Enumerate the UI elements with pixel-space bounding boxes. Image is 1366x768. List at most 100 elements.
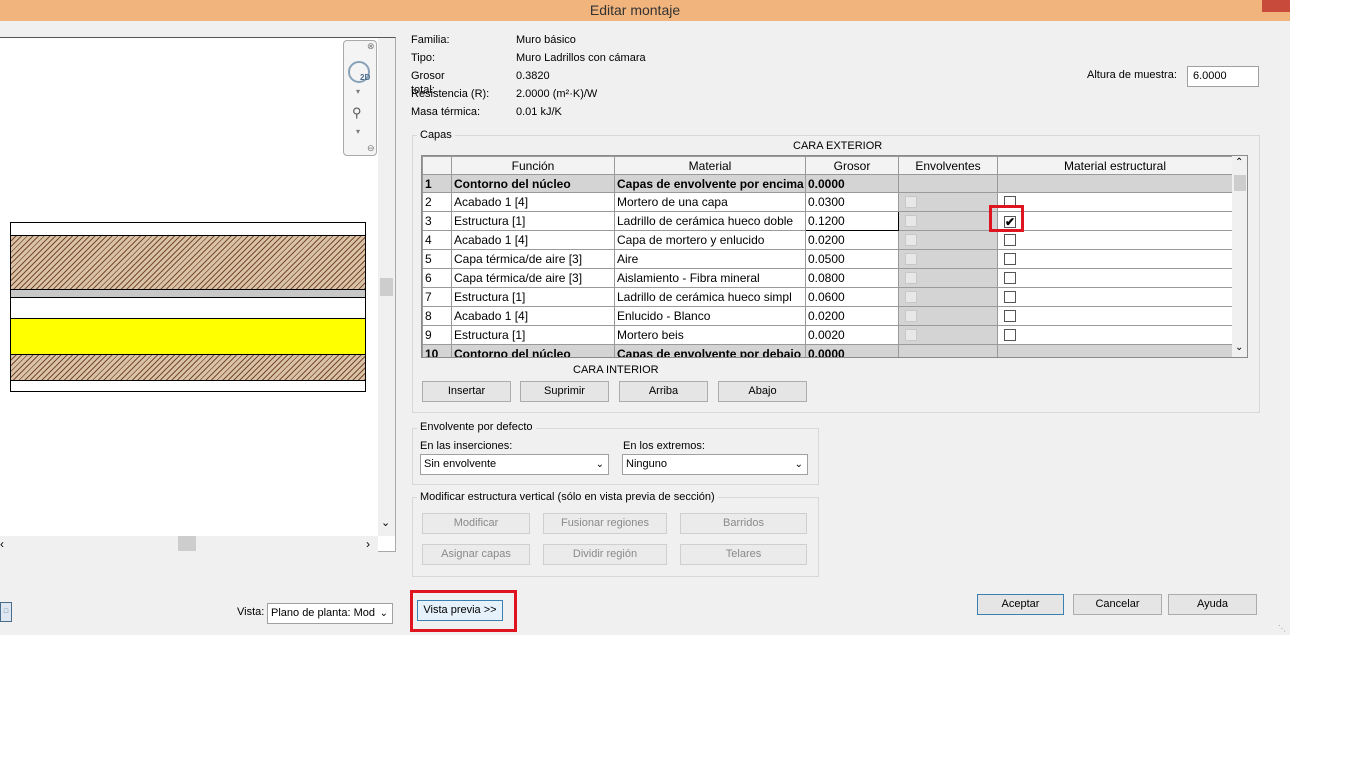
ends-select-value: Ninguno (626, 458, 667, 470)
row-thickness[interactable]: 0.0600 (805, 287, 899, 307)
row-material[interactable]: Capas de envolvente por encima (614, 174, 806, 193)
chevron-down-icon[interactable]: ▾ (356, 127, 360, 136)
merge-regions-button[interactable]: Fusionar regiones (543, 513, 667, 534)
table-header-row: Función Material Grosor Envolventes Mate… (422, 156, 1233, 175)
row-thickness[interactable]: 0.0200 (805, 230, 899, 250)
close-button[interactable] (1262, 0, 1290, 12)
sweeps-button[interactable]: Barridos (680, 513, 807, 534)
table-row[interactable]: 8 Acabado 1 [4] Enlucido - Blanco 0.0200 (422, 306, 1233, 326)
row-thickness[interactable]: 0.0200 (805, 306, 899, 326)
close-icon[interactable]: ⊗ (367, 41, 375, 52)
thermal-mass-value: 0.01 kJ/K (516, 106, 562, 118)
scroll-thumb[interactable] (178, 536, 196, 551)
row-material[interactable]: Capas de envolvente por debajo (614, 344, 806, 357)
row-thickness-editing[interactable]: 0.1200 (805, 211, 899, 231)
structural-checkbox[interactable] (1004, 329, 1016, 341)
resize-grip-icon[interactable]: ⋱ (1278, 624, 1286, 633)
structural-checkbox[interactable] (1004, 310, 1016, 322)
row-wraps-cell (898, 306, 998, 326)
row-thickness[interactable]: 0.0000 (805, 344, 899, 357)
column-header-structural[interactable]: Material estructural (997, 156, 1233, 175)
row-function[interactable]: Acabado 1 [4] (451, 192, 615, 212)
layer-brick-single (11, 355, 365, 381)
ok-button[interactable]: Aceptar (977, 594, 1064, 615)
ends-select[interactable]: Ninguno ⌄ (622, 454, 808, 475)
scroll-up-icon[interactable]: ⌃ (1235, 157, 1243, 168)
row-thickness[interactable]: 0.0300 (805, 192, 899, 212)
type-value: Muro Ladrillos con cámara (516, 52, 646, 64)
row-material[interactable]: Aislamiento - Fibra mineral (614, 268, 806, 288)
row-function[interactable]: Estructura [1] (451, 211, 615, 231)
structural-checkbox[interactable] (1004, 234, 1016, 246)
row-material[interactable]: Mortero de una capa (614, 192, 806, 212)
table-row[interactable]: 3 Estructura [1] Ladrillo de cerámica hu… (422, 211, 1233, 231)
scroll-down-icon[interactable]: ⌄ (1235, 342, 1243, 353)
scroll-right-icon[interactable]: › (366, 537, 370, 551)
row-function[interactable]: Contorno del núcleo (451, 344, 615, 357)
structural-checkbox[interactable] (1004, 272, 1016, 284)
row-function[interactable]: Capa térmica/de aire [3] (451, 268, 615, 288)
preview-vertical-scrollbar[interactable]: ⌄ (378, 38, 395, 536)
table-row[interactable]: 5 Capa térmica/de aire [3] Aire 0.0500 (422, 249, 1233, 269)
modify-button[interactable]: Modificar (422, 513, 530, 534)
move-up-button[interactable]: Arriba (619, 381, 708, 402)
zoom-region-icon[interactable]: ⚲ (352, 105, 362, 121)
row-function[interactable]: Estructura [1] (451, 325, 615, 345)
column-header-wraps[interactable]: Envolventes (898, 156, 998, 175)
table-row[interactable]: 6 Capa térmica/de aire [3] Aislamiento -… (422, 268, 1233, 288)
scroll-thumb[interactable] (1234, 175, 1246, 191)
row-thickness[interactable]: 0.0500 (805, 249, 899, 269)
insert-button[interactable]: Insertar (422, 381, 511, 402)
column-header-thickness[interactable]: Grosor (805, 156, 899, 175)
table-row[interactable]: 10 Contorno del núcleo Capas de envolven… (422, 344, 1233, 357)
inserts-select[interactable]: Sin envolvente ⌄ (420, 454, 609, 475)
row-wraps-cell (898, 174, 998, 193)
table-row[interactable]: 1 Contorno del núcleo Capas de envolvent… (422, 174, 1233, 193)
row-function[interactable]: Estructura [1] (451, 287, 615, 307)
table-row[interactable]: 7 Estructura [1] Ladrillo de cerámica hu… (422, 287, 1233, 307)
row-thickness[interactable]: 0.0000 (805, 174, 899, 193)
table-row[interactable]: 2 Acabado 1 [4] Mortero de una capa 0.03… (422, 192, 1233, 212)
row-material[interactable]: Ladrillo de cerámica hueco simpl (614, 287, 806, 307)
view-2d-icon[interactable]: □ (0, 602, 12, 622)
reveals-button[interactable]: Telares (680, 544, 807, 565)
row-function[interactable]: Acabado 1 [4] (451, 230, 615, 250)
chevron-down-icon: ⌄ (595, 459, 604, 470)
move-down-button[interactable]: Abajo (718, 381, 807, 402)
chevron-down-icon[interactable]: ▾ (356, 87, 360, 96)
column-header-material[interactable]: Material (614, 156, 806, 175)
preview-toggle-button[interactable]: Vista previa >> (417, 600, 503, 621)
delete-button[interactable]: Suprimir (520, 381, 609, 402)
structural-checkbox[interactable] (1004, 291, 1016, 303)
assign-layers-button[interactable]: Asignar capas (422, 544, 530, 565)
column-header-function[interactable]: Función (451, 156, 615, 175)
scroll-down-icon[interactable]: ⌄ (381, 516, 390, 529)
row-function[interactable]: Capa térmica/de aire [3] (451, 249, 615, 269)
split-region-button[interactable]: Dividir región (543, 544, 667, 565)
table-vertical-scrollbar[interactable]: ⌃ ⌄ (1232, 156, 1247, 357)
row-material[interactable]: Aire (614, 249, 806, 269)
view-select[interactable]: Plano de planta: Mod ⌄ (267, 603, 393, 624)
preview-horizontal-scrollbar[interactable]: ‹ › (0, 536, 378, 552)
scroll-left-icon[interactable]: ‹ (0, 537, 4, 551)
vertical-structure-group (412, 497, 819, 577)
row-function[interactable]: Acabado 1 [4] (451, 306, 615, 326)
row-material[interactable]: Ladrillo de cerámica hueco doble (614, 211, 806, 231)
navigation-bar[interactable]: ⊗ 2D ▾ ⚲ ▾ ⊖ (343, 40, 377, 156)
row-material[interactable]: Mortero beis (614, 325, 806, 345)
row-thickness[interactable]: 0.0800 (805, 268, 899, 288)
steering-wheel-2d-icon[interactable]: 2D (348, 61, 370, 83)
row-function[interactable]: Contorno del núcleo (451, 174, 615, 193)
structural-checkbox[interactable] (1004, 253, 1016, 265)
cancel-button[interactable]: Cancelar (1073, 594, 1162, 615)
scroll-thumb[interactable] (380, 278, 393, 296)
help-button[interactable]: Ayuda (1168, 594, 1257, 615)
row-structural-cell (997, 249, 1233, 269)
sample-height-input[interactable]: 6.0000 (1187, 66, 1259, 87)
row-material[interactable]: Capa de mortero y enlucido (614, 230, 806, 250)
row-material[interactable]: Enlucido - Blanco (614, 306, 806, 326)
table-row[interactable]: 4 Acabado 1 [4] Capa de mortero y enluci… (422, 230, 1233, 250)
table-row[interactable]: 9 Estructura [1] Mortero beis 0.0020 (422, 325, 1233, 345)
restore-icon[interactable]: ⊖ (367, 143, 375, 154)
row-thickness[interactable]: 0.0020 (805, 325, 899, 345)
